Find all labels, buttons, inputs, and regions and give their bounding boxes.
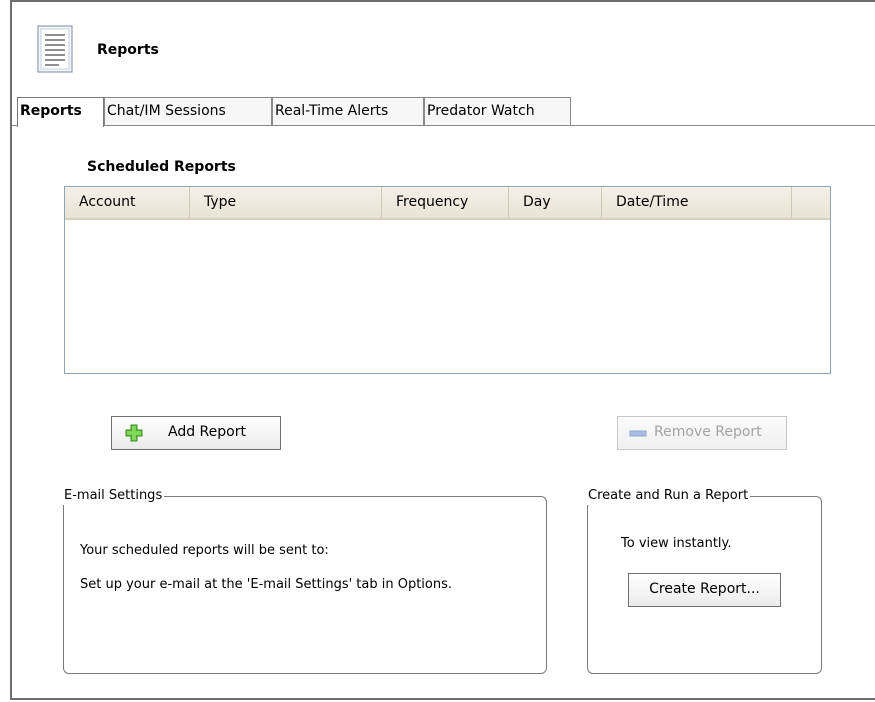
plus-icon	[125, 424, 143, 442]
email-recipient-text: Your scheduled reports will be sent to:	[80, 543, 329, 558]
tab-predator-watch[interactable]: Predator Watch	[424, 97, 571, 125]
table-header: Account Type Frequency Day Date/Time	[65, 187, 830, 220]
tab-reports[interactable]: Reports	[17, 97, 104, 127]
scheduled-reports-title: Scheduled Reports	[87, 159, 236, 175]
email-settings-group: E-mail Settings Your scheduled reports w…	[62, 487, 547, 674]
page-header: Reports	[12, 2, 875, 94]
create-report-group: Create and Run a Report To view instantl…	[586, 487, 822, 674]
create-report-button[interactable]: Create Report...	[628, 573, 781, 607]
minus-icon	[629, 430, 647, 437]
column-header-frequency[interactable]: Frequency	[382, 187, 509, 218]
main-window: Reports Reports Chat/IM Sessions Real-Ti…	[10, 0, 875, 700]
column-header-day[interactable]: Day	[509, 187, 602, 218]
tab-real-time-alerts[interactable]: Real-Time Alerts	[272, 97, 424, 125]
tab-chat-im-sessions[interactable]: Chat/IM Sessions	[104, 97, 272, 125]
column-header-date-time[interactable]: Date/Time	[602, 187, 792, 218]
tab-bar-divider	[12, 125, 875, 126]
email-setup-text: Set up your e-mail at the 'E-mail Settin…	[80, 577, 453, 592]
remove-report-label: Remove Report	[654, 424, 762, 440]
column-header-type[interactable]: Type	[190, 187, 382, 218]
create-report-subtitle: To view instantly.	[621, 536, 732, 551]
create-report-legend: Create and Run a Report	[586, 487, 751, 505]
email-settings-legend: E-mail Settings	[62, 487, 165, 505]
remove-report-button[interactable]: Remove Report	[617, 416, 787, 450]
add-report-button[interactable]: Add Report	[111, 416, 281, 450]
document-icon	[37, 25, 73, 73]
column-header-account[interactable]: Account	[65, 187, 190, 218]
page-title: Reports	[97, 42, 159, 58]
scheduled-reports-table[interactable]: Account Type Frequency Day Date/Time	[64, 186, 831, 374]
add-report-label: Add Report	[168, 424, 246, 440]
